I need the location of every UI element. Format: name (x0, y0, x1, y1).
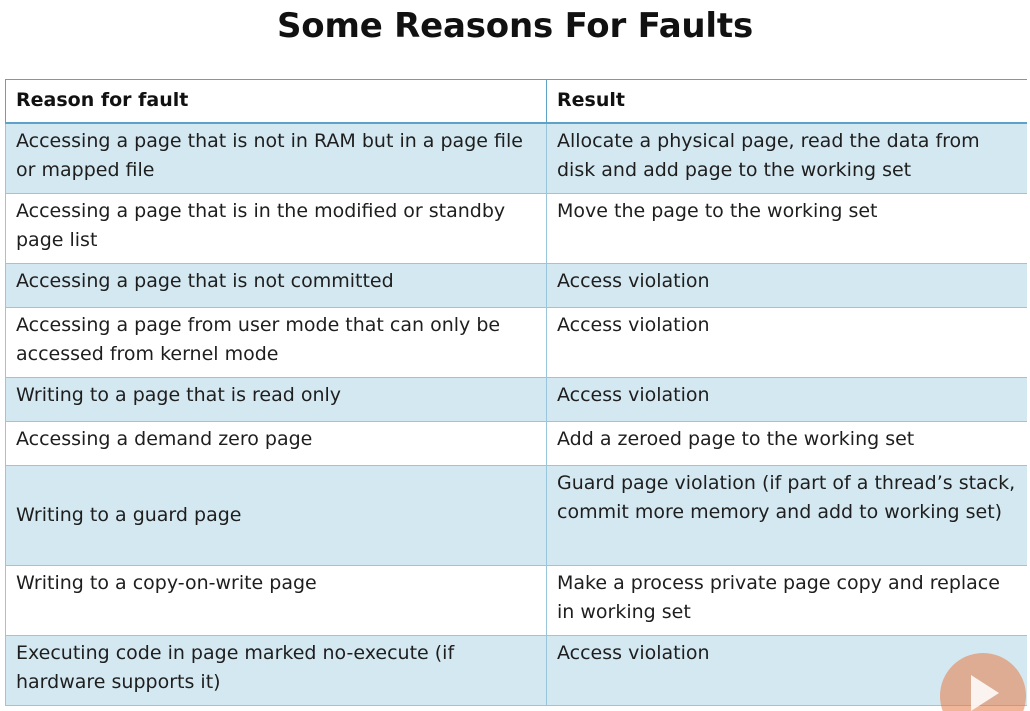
reason-cell: Accessing a page that is not committed (5, 262, 547, 308)
table-row: Accessing a page that is not committed A… (5, 262, 1027, 308)
table-row: Accessing a demand zero page Add a zeroe… (5, 420, 1027, 466)
column-header-result: Result (546, 79, 1027, 124)
table-row: Writing to a page that is read only Acce… (5, 376, 1027, 422)
result-cell: Make a process private page copy and rep… (546, 564, 1027, 636)
result-cell: Access violation (546, 306, 1027, 378)
result-cell: Move the page to the working set (546, 192, 1027, 264)
reason-cell: Writing to a guard page (5, 464, 547, 566)
result-cell: Access violation (546, 376, 1027, 422)
table-row: Accessing a page that is not in RAM but … (5, 122, 1027, 194)
table-row: Executing code in page marked no-execute… (5, 634, 1027, 706)
result-cell: Guard page violation (if part of a threa… (546, 464, 1027, 566)
reason-cell: Writing to a copy-on-write page (5, 564, 547, 636)
column-header-reason: Reason for fault (5, 79, 547, 124)
result-cell: Access violation (546, 262, 1027, 308)
reason-cell: Accessing a page that is in the modified… (5, 192, 547, 264)
reason-cell: Accessing a demand zero page (5, 420, 547, 466)
reason-cell: Writing to a page that is read only (5, 376, 547, 422)
result-cell: Add a zeroed page to the working set (546, 420, 1027, 466)
reason-cell: Accessing a page that is not in RAM but … (5, 122, 547, 194)
reason-cell: Executing code in page marked no-execute… (5, 634, 547, 706)
faults-table-container: Reason for fault Result Accessing a page… (5, 79, 1027, 709)
table-header-row: Reason for fault Result (5, 79, 1027, 124)
table-row: Accessing a page that is in the modified… (5, 192, 1027, 264)
table-row: Writing to a guard page Guard page viola… (5, 464, 1027, 566)
slide: Some Reasons For Faults Reason for fault… (0, 0, 1030, 711)
faults-table: Reason for fault Result Accessing a page… (5, 79, 1027, 706)
table-row: Accessing a page from user mode that can… (5, 306, 1027, 378)
play-icon (971, 675, 999, 711)
table-row: Writing to a copy-on-write page Make a p… (5, 564, 1027, 636)
reason-cell: Accessing a page from user mode that can… (5, 306, 547, 378)
result-cell: Allocate a physical page, read the data … (546, 122, 1027, 194)
slide-title: Some Reasons For Faults (277, 6, 753, 46)
